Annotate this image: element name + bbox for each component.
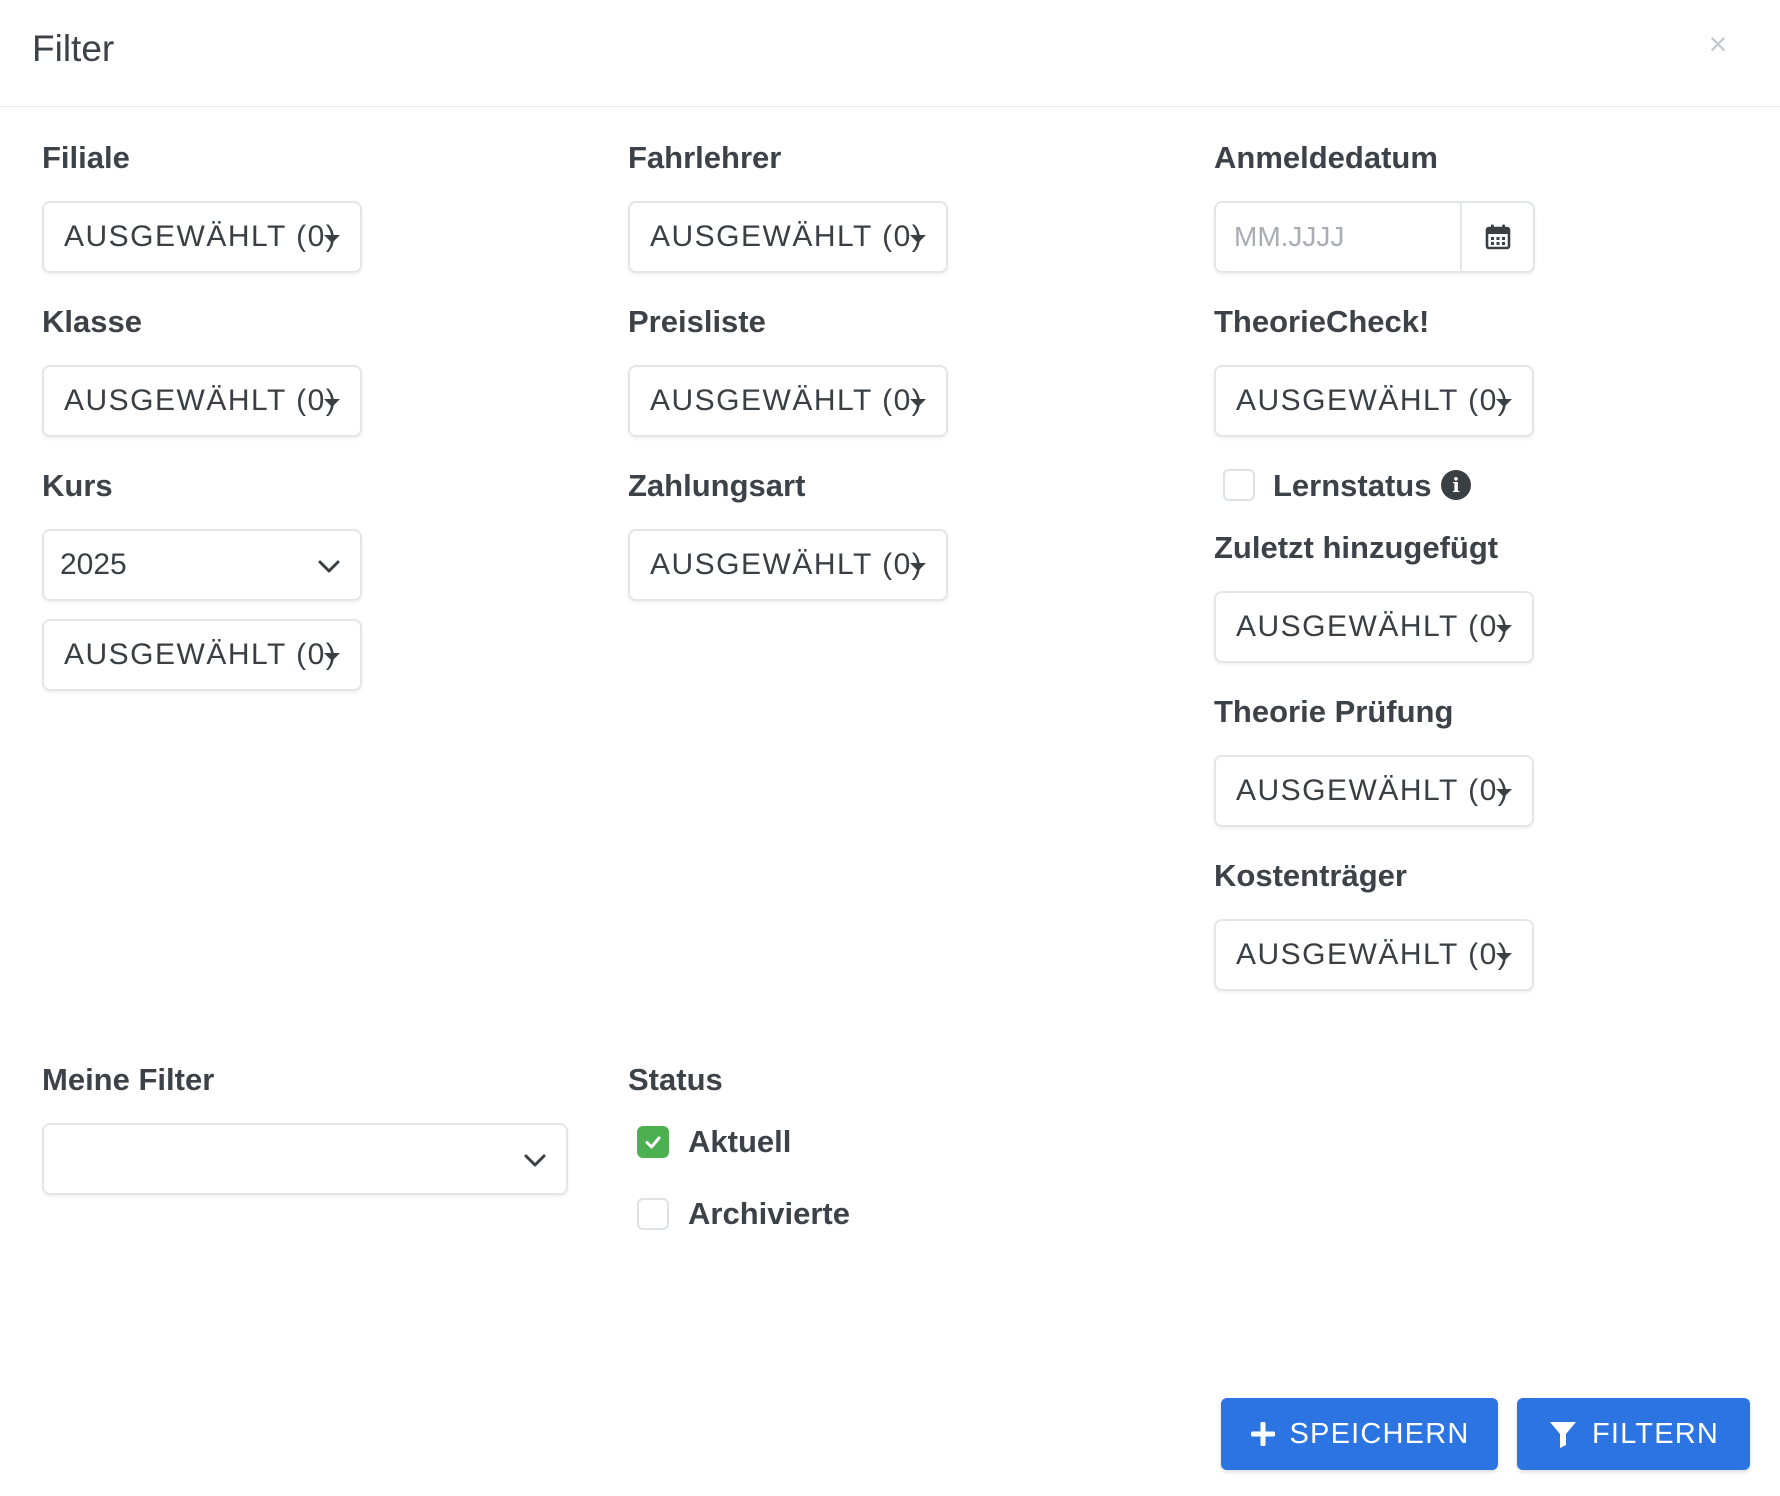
- chevron-down-icon: [524, 1154, 546, 1167]
- caret-down-icon: [324, 399, 340, 407]
- kostentraeger-value: AUSGEWÄHLT (0): [1236, 938, 1510, 971]
- zahlungsart-label: Zahlungsart: [628, 468, 806, 503]
- save-button-label: SPEICHERN: [1289, 1417, 1470, 1450]
- filter-icon: [1549, 1422, 1576, 1448]
- zuletzt-value: AUSGEWÄHLT (0): [1236, 610, 1510, 643]
- plus-icon: [1250, 1422, 1275, 1446]
- klasse-value: AUSGEWÄHLT (0): [64, 384, 338, 417]
- theorie-pruefung-value: AUSGEWÄHLT (0): [1236, 774, 1510, 807]
- caret-down-icon: [1496, 953, 1512, 961]
- zuletzt-select[interactable]: AUSGEWÄHLT (0): [1214, 591, 1534, 663]
- fahrlehrer-value: AUSGEWÄHLT (0): [650, 220, 924, 253]
- chevron-down-icon: [318, 560, 340, 573]
- preisliste-select[interactable]: AUSGEWÄHLT (0): [628, 365, 948, 437]
- kurs-year-select[interactable]: 2025: [42, 529, 362, 601]
- anmeldedatum-group: [1214, 201, 1535, 273]
- info-icon[interactable]: i: [1441, 470, 1471, 500]
- kostentraeger-label: Kostenträger: [1214, 858, 1407, 893]
- theoriecheck-value: AUSGEWÄHLT (0): [1236, 384, 1510, 417]
- klasse-label: Klasse: [42, 304, 142, 339]
- meine-filter-label: Meine Filter: [42, 1062, 215, 1097]
- calendar-icon: [1485, 224, 1510, 250]
- filter-button-label: FILTERN: [1591, 1417, 1720, 1450]
- filiale-label: Filiale: [42, 140, 130, 175]
- filiale-select[interactable]: AUSGEWÄHLT (0): [42, 201, 362, 273]
- status-aktuell-label[interactable]: Aktuell: [688, 1124, 791, 1160]
- fahrlehrer-label: Fahrlehrer: [628, 140, 782, 175]
- status-label: Status: [628, 1062, 723, 1097]
- kurs-value: AUSGEWÄHLT (0): [64, 638, 338, 671]
- klasse-select[interactable]: AUSGEWÄHLT (0): [42, 365, 362, 437]
- dialog-title: Filter: [32, 28, 115, 69]
- save-button[interactable]: SPEICHERN: [1221, 1398, 1498, 1470]
- caret-down-icon: [1496, 399, 1512, 407]
- kurs-year-value: 2025: [60, 548, 127, 581]
- status-archivierte-label[interactable]: Archivierte: [688, 1196, 850, 1232]
- caret-down-icon: [324, 235, 340, 243]
- caret-down-icon: [1496, 789, 1512, 797]
- zahlungsart-select[interactable]: AUSGEWÄHLT (0): [628, 529, 948, 601]
- status-aktuell-checkbox[interactable]: [637, 1126, 669, 1158]
- theoriecheck-select[interactable]: AUSGEWÄHLT (0): [1214, 365, 1534, 437]
- caret-down-icon: [324, 653, 340, 661]
- theoriecheck-label: TheorieCheck!: [1214, 304, 1430, 339]
- caret-down-icon: [1496, 625, 1512, 633]
- theorie-pruefung-select[interactable]: AUSGEWÄHLT (0): [1214, 755, 1534, 827]
- filter-button[interactable]: FILTERN: [1517, 1398, 1750, 1470]
- theorie-pruefung-label: Theorie Prüfung: [1214, 694, 1454, 729]
- preisliste-value: AUSGEWÄHLT (0): [650, 384, 924, 417]
- preisliste-label: Preisliste: [628, 304, 766, 339]
- fahrlehrer-select[interactable]: AUSGEWÄHLT (0): [628, 201, 948, 273]
- zahlungsart-value: AUSGEWÄHLT (0): [650, 548, 924, 581]
- status-archivierte-checkbox[interactable]: [637, 1198, 669, 1230]
- check-icon: [645, 1136, 661, 1149]
- caret-down-icon: [910, 235, 926, 243]
- kurs-label: Kurs: [42, 468, 113, 503]
- zuletzt-label: Zuletzt hinzugefügt: [1214, 530, 1499, 565]
- meine-filter-select[interactable]: [42, 1123, 568, 1195]
- filter-dialog: Filter × Filiale AUSGEWÄHLT (0) Klasse A…: [0, 0, 1780, 1496]
- calendar-button[interactable]: [1460, 203, 1533, 271]
- dialog-header: Filter ×: [0, 0, 1780, 107]
- caret-down-icon: [910, 563, 926, 571]
- kurs-select[interactable]: AUSGEWÄHLT (0): [42, 619, 362, 691]
- filiale-value: AUSGEWÄHLT (0): [64, 220, 338, 253]
- kostentraeger-select[interactable]: AUSGEWÄHLT (0): [1214, 919, 1534, 991]
- lernstatus-checkbox[interactable]: [1223, 469, 1255, 501]
- anmeldedatum-input[interactable]: [1216, 203, 1460, 271]
- anmeldedatum-label: Anmeldedatum: [1214, 140, 1438, 175]
- lernstatus-label[interactable]: Lernstatus: [1273, 468, 1431, 504]
- close-icon[interactable]: ×: [1696, 22, 1740, 66]
- caret-down-icon: [910, 399, 926, 407]
